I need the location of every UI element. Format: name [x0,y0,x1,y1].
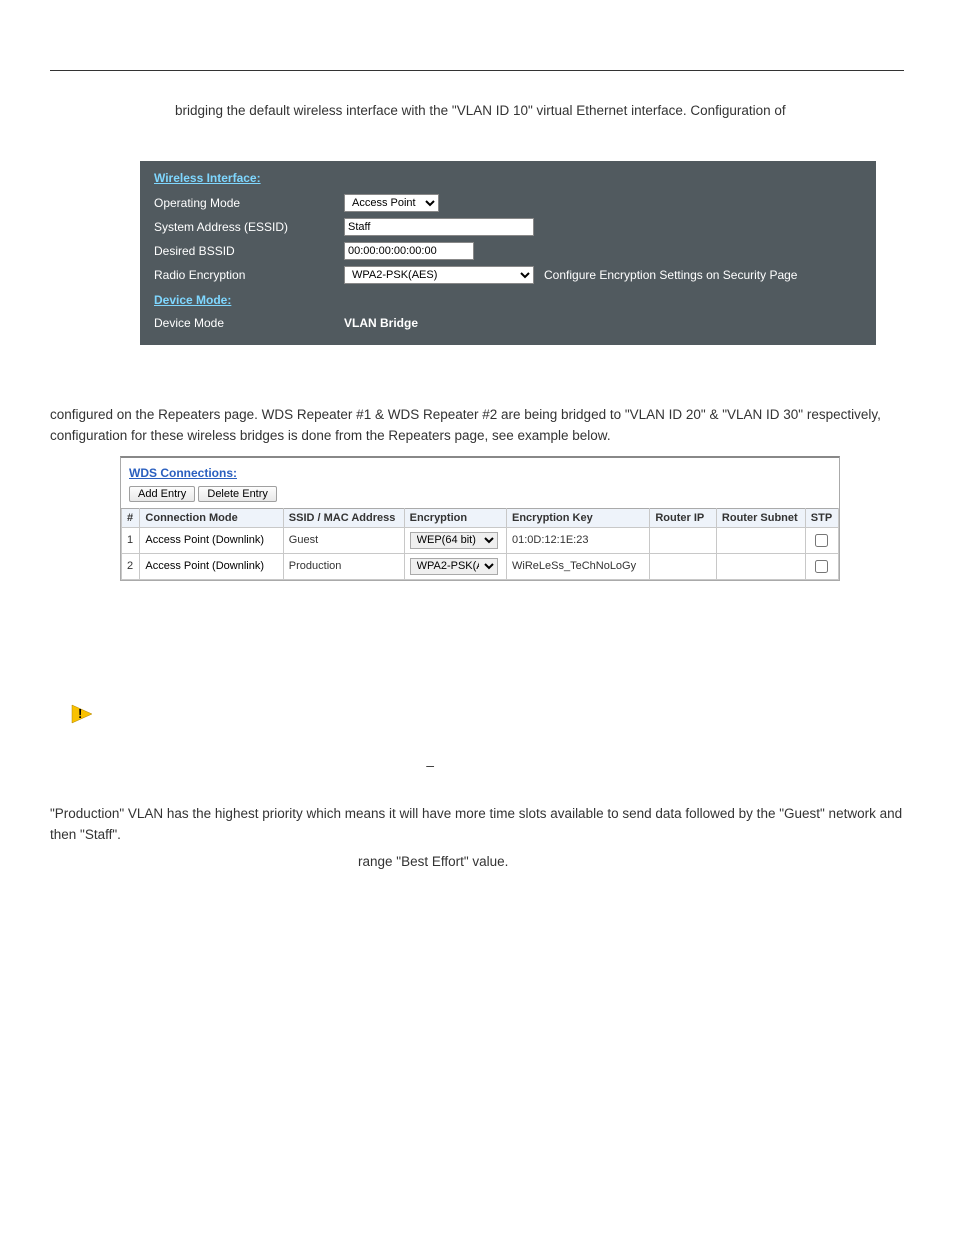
add-entry-button[interactable]: Add Entry [129,486,195,502]
device-mode-value: VLAN Bridge [344,316,418,330]
configure-encryption-link[interactable]: Configure Encryption Settings on Securit… [544,268,797,282]
row1-stp-checkbox[interactable] [815,534,828,547]
table-row: 2 Access Point (Downlink) Production WPA… [122,553,839,579]
th-router-subnet: Router Subnet [716,508,805,527]
row1-key: 01:0D:12:1E:23 [507,527,650,553]
th-num: # [122,508,140,527]
th-ssid: SSID / MAC Address [283,508,404,527]
row1-encryption-select[interactable]: WEP(64 bit) [410,532,498,549]
device-mode-heading: Device Mode: [154,293,862,307]
best-effort-line: range "Best Effort" value. [50,854,904,869]
wds-connections-box: WDS Connections: Add Entry Delete Entry … [120,456,840,581]
bssid-input[interactable] [344,242,474,260]
row2-key: WiReLeSs_TeChNoLoGy [507,553,650,579]
wireless-interface-heading: Wireless Interface: [154,171,862,185]
row1-router-ip [650,527,717,553]
essid-input[interactable] [344,218,534,236]
th-router-ip: Router IP [650,508,717,527]
svg-text:!: ! [78,706,82,721]
encryption-select[interactable]: WPA2-PSK(AES) [344,266,534,284]
row2-encryption-select[interactable]: WPA2-PSK(AES) [410,558,498,575]
wds-table: # Connection Mode SSID / MAC Address Enc… [121,508,839,580]
encryption-label: Radio Encryption [154,268,344,282]
lower-paragraph: "Production" VLAN has the highest priori… [50,803,904,846]
table-row: 1 Access Point (Downlink) Guest WEP(64 b… [122,527,839,553]
operating-mode-label: Operating Mode [154,196,344,210]
delete-entry-button[interactable]: Delete Entry [198,486,277,502]
operating-mode-row: Operating Mode Access Point [154,191,862,215]
dash-separator: – [50,757,434,773]
th-encryption: Encryption [404,508,506,527]
row2-ssid: Production [283,553,404,579]
row2-connection-mode-select[interactable]: Access Point (Downlink) [145,560,277,572]
mid-paragraph: configured on the Repeaters page. WDS Re… [50,405,904,446]
essid-row: System Address (ESSID) [154,215,862,239]
row2-router-ip [650,553,717,579]
th-connection-mode: Connection Mode [140,508,283,527]
row1-router-subnet [716,527,805,553]
row1-num: 1 [122,527,140,553]
wds-connections-heading: WDS Connections: [129,466,831,480]
row2-router-subnet [716,553,805,579]
intro-paragraph: bridging the default wireless interface … [50,101,904,121]
row2-stp-checkbox[interactable] [815,560,828,573]
bssid-label: Desired BSSID [154,244,344,258]
wireless-interface-panel: Wireless Interface: Operating Mode Acces… [140,161,876,345]
th-key: Encryption Key [507,508,650,527]
warning-icon: ! [70,701,904,727]
top-divider [50,70,904,71]
row2-num: 2 [122,553,140,579]
bssid-row: Desired BSSID [154,239,862,263]
operating-mode-select[interactable]: Access Point [344,194,439,212]
essid-label: System Address (ESSID) [154,220,344,234]
row1-ssid: Guest [283,527,404,553]
row1-connection-mode-select[interactable]: Access Point (Downlink) [145,534,277,546]
th-stp: STP [805,508,838,527]
device-mode-row: Device Mode VLAN Bridge [154,313,862,333]
device-mode-label: Device Mode [154,316,254,330]
encryption-row: Radio Encryption WPA2-PSK(AES) Configure… [154,263,862,287]
